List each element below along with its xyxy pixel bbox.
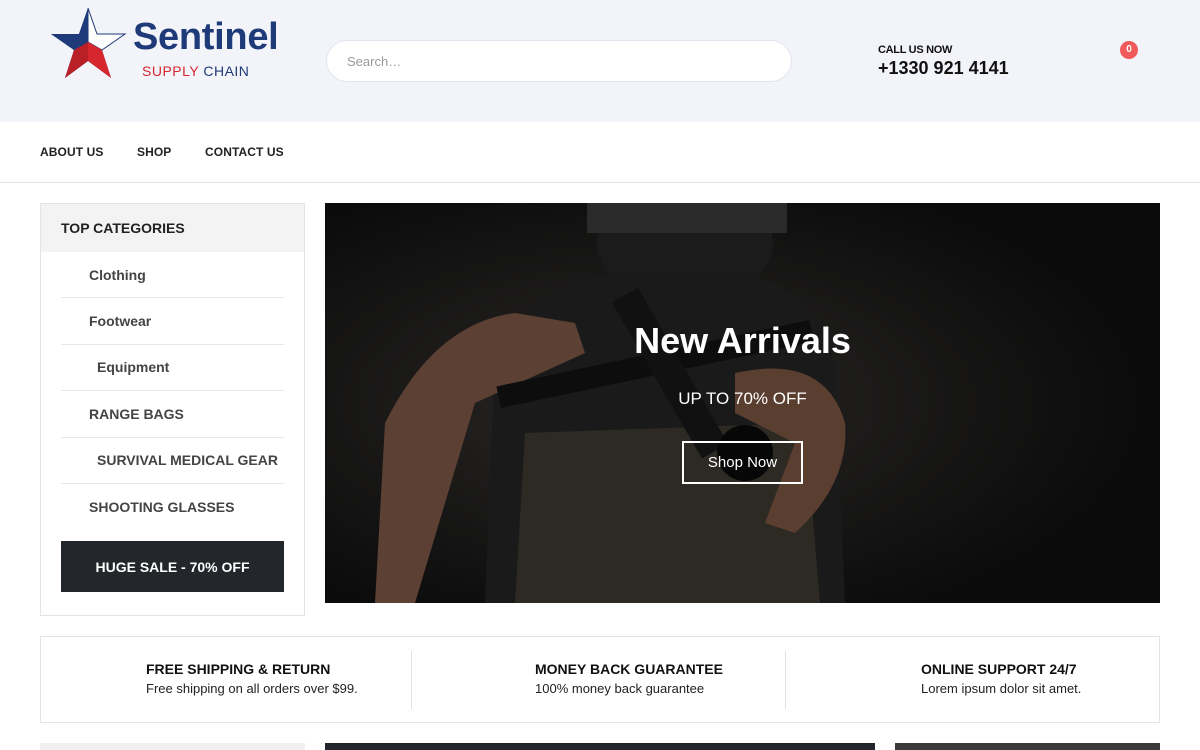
feature-online-support: ONLINE SUPPORT 24/7 Lorem ipsum dolor si…: [786, 637, 1159, 722]
hero-subtitle: UP TO 70% OFF: [678, 389, 807, 408]
category-item-range-bags[interactable]: RANGE BAGS: [61, 391, 284, 438]
category-item-footwear[interactable]: Footwear: [61, 298, 284, 345]
truck-icon: [101, 665, 131, 695]
site-header: Sentinel SUPPLY CHAIN CALL US NOW +1330 …: [0, 0, 1200, 122]
cart-count-badge: 0: [1120, 41, 1138, 59]
category-item-shooting-glasses[interactable]: SHOOTING GLASSES: [61, 484, 284, 530]
brand-tagline: SUPPLY CHAIN: [142, 64, 249, 78]
feature-desc: Lorem ipsum dolor sit amet.: [921, 681, 1082, 696]
promo-banner-partial: [325, 743, 875, 750]
feature-title: FREE SHIPPING & RETURN: [146, 661, 331, 677]
category-item-clothing[interactable]: Clothing: [61, 252, 284, 299]
shop-now-button[interactable]: Shop Now: [682, 441, 803, 484]
nav-item-contact-us[interactable]: CONTACT US: [205, 145, 284, 159]
brand-name: Sentinel: [133, 16, 279, 58]
category-item-survival-medical-gear[interactable]: SURVIVAL MEDICAL GEAR: [61, 438, 284, 484]
support-icon: [876, 665, 906, 695]
feature-free-shipping: FREE SHIPPING & RETURN Free shipping on …: [41, 637, 412, 722]
nav-item-about-us[interactable]: ABOUT US: [40, 145, 103, 159]
hero-banner: New Arrivals UP TO 70% OFF Shop Now: [325, 203, 1160, 603]
huge-sale-button[interactable]: HUGE SALE - 70% OFF: [61, 541, 284, 592]
cart-button[interactable]: 0: [1094, 40, 1142, 80]
promo-card-partial: [895, 743, 1160, 750]
tagline-red: SUPPLY: [142, 63, 199, 79]
feature-title: ONLINE SUPPORT 24/7: [921, 661, 1077, 677]
hero-title: New Arrivals: [634, 320, 851, 361]
promo-card-partial: [40, 743, 305, 750]
feature-money-back: MONEY BACK GUARANTEE 100% money back gua…: [412, 637, 786, 722]
search-input[interactable]: [326, 40, 792, 82]
categories-sidebar: TOP CATEGORIES Clothing Footwear Equipme…: [40, 203, 305, 616]
tagline-blue: CHAIN: [203, 63, 250, 79]
logo[interactable]: Sentinel SUPPLY CHAIN: [48, 6, 288, 82]
category-list: Clothing Footwear Equipment RANGE BAGS S…: [41, 252, 304, 530]
feature-desc: 100% money back guarantee: [535, 681, 705, 696]
features-bar: FREE SHIPPING & RETURN Free shipping on …: [40, 636, 1160, 723]
call-label: CALL US NOW: [878, 44, 953, 56]
feature-desc: Free shipping on all orders over $99.: [146, 681, 358, 696]
main-nav: ABOUT US SHOP CONTACT US: [0, 122, 1200, 183]
category-item-equipment[interactable]: Equipment: [61, 345, 284, 392]
star-logo-icon: [51, 7, 127, 78]
phone-number[interactable]: +1330 921 4141: [878, 58, 1009, 79]
sidebar-title: TOP CATEGORIES: [41, 204, 304, 252]
feature-title: MONEY BACK GUARANTEE: [535, 661, 723, 677]
nav-item-shop[interactable]: SHOP: [137, 145, 171, 159]
dollar-icon: [492, 665, 522, 695]
